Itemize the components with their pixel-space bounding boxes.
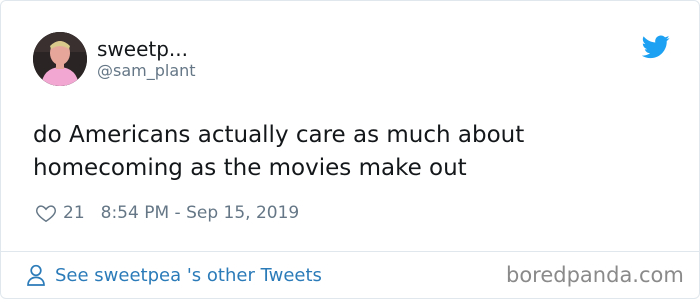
divider <box>1 251 699 252</box>
display-name[interactable]: sweetp... <box>97 37 188 61</box>
tweet-text: do Americans actually care as much about… <box>33 122 525 181</box>
tweet-card: sweetp... @sam_plant do Americans actual… <box>0 0 700 299</box>
tweet-timestamp[interactable]: 8:54 PM - Sep 15, 2019 <box>101 203 300 223</box>
person-icon <box>27 264 45 286</box>
tweet-meta: 21 8:54 PM - Sep 15, 2019 <box>35 200 299 226</box>
see-other-tweets-link[interactable]: See sweetpea 's other Tweets <box>26 262 322 288</box>
twitter-bird-icon[interactable] <box>642 35 670 59</box>
like-count: 21 <box>63 203 85 223</box>
handle[interactable]: @sam_plant <box>97 61 196 80</box>
watermark: boredpanda.com <box>506 263 684 287</box>
see-other-tweets-label: See sweetpea 's other Tweets <box>55 264 322 286</box>
heart-icon[interactable] <box>35 202 57 224</box>
avatar[interactable] <box>33 32 87 86</box>
